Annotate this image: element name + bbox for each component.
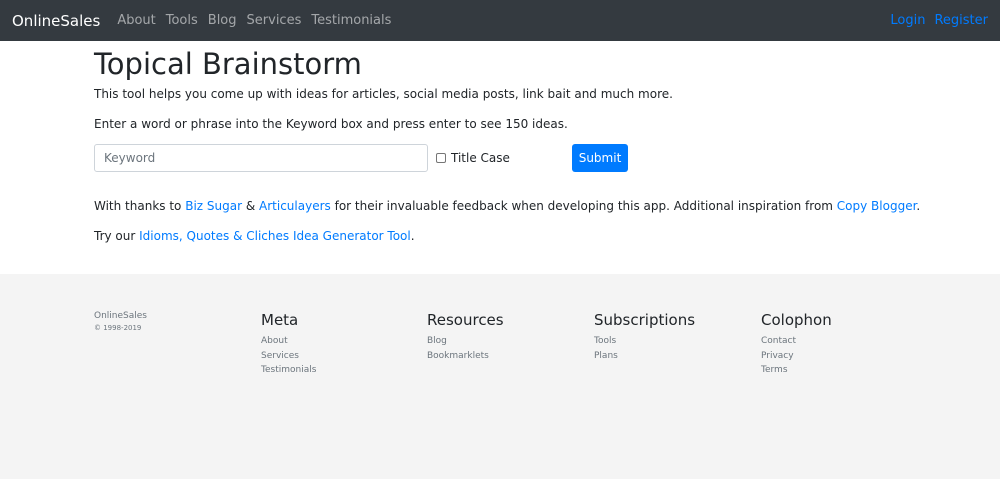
- footer-col-title: Subscriptions: [594, 311, 696, 329]
- nav-link-blog[interactable]: Blog: [208, 13, 237, 28]
- footer-col-colophon: Colophon Contact Privacy Terms: [761, 310, 832, 378]
- footer-col-list: Blog Bookmarklets: [427, 334, 504, 363]
- footer-link-tools[interactable]: Tools: [594, 334, 695, 349]
- footer-brand-name: OnlineSales: [94, 311, 147, 321]
- footer-copyright: © 1998-2019: [94, 324, 142, 332]
- footer: OnlineSales © 1998-2019 Meta About Servi…: [0, 274, 1000, 479]
- articulayers-link[interactable]: Articulayers: [259, 199, 331, 213]
- navbar: OnlineSales About Tools Blog Services Te…: [0, 0, 1000, 41]
- footer-col-list: About Services Testimonials: [261, 334, 316, 378]
- nav-link-about[interactable]: About: [117, 13, 155, 28]
- instructions-text: Enter a word or phrase into the Keyword …: [94, 117, 568, 131]
- footer-link-bookmarklets[interactable]: Bookmarklets: [427, 349, 504, 364]
- try-suffix: .: [410, 229, 415, 243]
- idioms-tool-link[interactable]: Idioms, Quotes & Cliches Idea Generator …: [139, 229, 411, 243]
- copy-blogger-link[interactable]: Copy Blogger: [837, 199, 917, 213]
- footer-col-resources: Resources Blog Bookmarklets: [427, 310, 504, 363]
- try-prefix: Try our: [94, 229, 140, 243]
- keyword-form: Title Case Submit: [94, 144, 894, 172]
- footer-link-blog[interactable]: Blog: [427, 334, 504, 349]
- register-link[interactable]: Register: [934, 13, 988, 28]
- footer-link-testimonials[interactable]: Testimonials: [261, 363, 316, 378]
- title-case-option[interactable]: Title Case: [436, 151, 510, 165]
- intro-text: This tool helps you come up with ideas f…: [94, 87, 673, 101]
- thanks-middle: for their invaluable feedback when devel…: [330, 199, 837, 213]
- nav-auth-links: Login Register: [890, 13, 988, 28]
- footer-link-terms[interactable]: Terms: [761, 363, 832, 378]
- nav-link-tools[interactable]: Tools: [166, 13, 198, 28]
- try-text: Try our Idioms, Quotes & Cliches Idea Ge…: [94, 228, 894, 244]
- page-title: Topical Brainstorm: [94, 47, 362, 81]
- footer-link-services[interactable]: Services: [261, 349, 316, 364]
- title-case-label: Title Case: [451, 151, 510, 165]
- footer-link-plans[interactable]: Plans: [594, 349, 695, 364]
- login-link[interactable]: Login: [890, 13, 925, 28]
- footer-link-contact[interactable]: Contact: [761, 334, 832, 349]
- biz-sugar-link[interactable]: Biz Sugar: [185, 199, 242, 213]
- thanks-text: With thanks to Biz Sugar & Articulayers …: [94, 198, 920, 214]
- footer-col-subscriptions: Subscriptions Tools Plans: [594, 310, 695, 363]
- footer-col-list: Tools Plans: [594, 334, 695, 363]
- brand-link[interactable]: OnlineSales: [12, 12, 100, 30]
- footer-col-title: Colophon: [761, 311, 832, 329]
- nav-link-services[interactable]: Services: [247, 13, 302, 28]
- nav-link-testimonials[interactable]: Testimonials: [311, 13, 391, 28]
- footer-link-about[interactable]: About: [261, 334, 316, 349]
- nav-links: About Tools Blog Services Testimonials: [117, 13, 401, 28]
- submit-button[interactable]: Submit: [572, 144, 628, 172]
- footer-col-list: Contact Privacy Terms: [761, 334, 832, 378]
- thanks-amp: &: [242, 199, 260, 213]
- footer-col-meta: Meta About Services Testimonials: [261, 310, 316, 378]
- keyword-input[interactable]: [94, 144, 428, 172]
- title-case-checkbox[interactable]: [436, 153, 446, 163]
- footer-brand: OnlineSales © 1998-2019: [94, 311, 147, 332]
- footer-col-title: Meta: [261, 311, 299, 329]
- thanks-prefix: With thanks to: [94, 199, 186, 213]
- thanks-suffix: .: [916, 199, 921, 213]
- footer-col-title: Resources: [427, 311, 504, 329]
- footer-link-privacy[interactable]: Privacy: [761, 349, 832, 364]
- main-content: Topical Brainstorm This tool helps you c…: [94, 45, 920, 244]
